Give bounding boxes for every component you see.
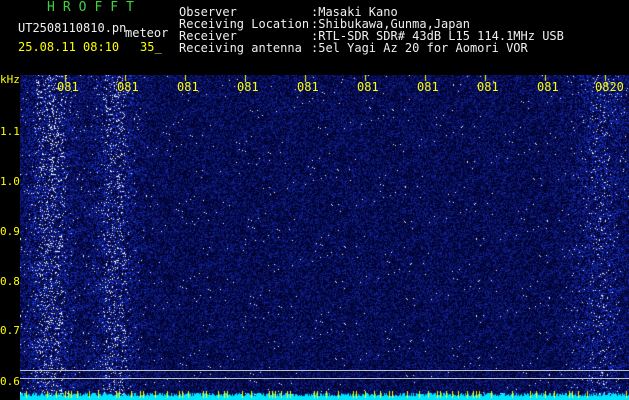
- freq-tick-label: 0.9: [0, 225, 20, 238]
- reference-line-lower: [20, 378, 629, 379]
- waterfall-spectrogram: [20, 75, 629, 400]
- freq-tick-label: 0.7: [0, 324, 20, 337]
- antenna-value: :5el Yagi Az 20 for Aomori VOR: [311, 41, 528, 55]
- time-tick-label: 081: [417, 80, 439, 94]
- freq-tick-label: 0.8: [0, 275, 20, 288]
- freq-axis: 1.1 1.0 0.9 0.8 0.7 0.6: [0, 75, 20, 400]
- time-tick-label: 081: [537, 80, 559, 94]
- time-tick-label: 081: [357, 80, 379, 94]
- reference-line-upper: [20, 370, 629, 371]
- file-name: UT2508110810.pn: [18, 21, 127, 35]
- time-tick-label: 081: [117, 80, 139, 94]
- freq-tick-label: 1.0: [0, 175, 20, 188]
- time-tick-label: 081: [177, 80, 199, 94]
- level-value: 35_: [140, 40, 162, 54]
- app-title: HROFFT: [47, 0, 142, 15]
- time-tick-label: 081: [237, 80, 259, 94]
- date-time: 25.08.11 08:10: [18, 40, 120, 54]
- time-tick-label: 0820: [595, 80, 624, 94]
- freq-tick-label: 0.6: [0, 375, 20, 388]
- antenna-label: Receiving antenna: [179, 41, 302, 55]
- time-tick-label: 081: [297, 80, 319, 94]
- time-tick-label: 081: [57, 80, 79, 94]
- time-tick-label: 081: [477, 80, 499, 94]
- freq-tick-label: 1.1: [0, 125, 20, 138]
- meteor-label: meteor: [125, 26, 169, 40]
